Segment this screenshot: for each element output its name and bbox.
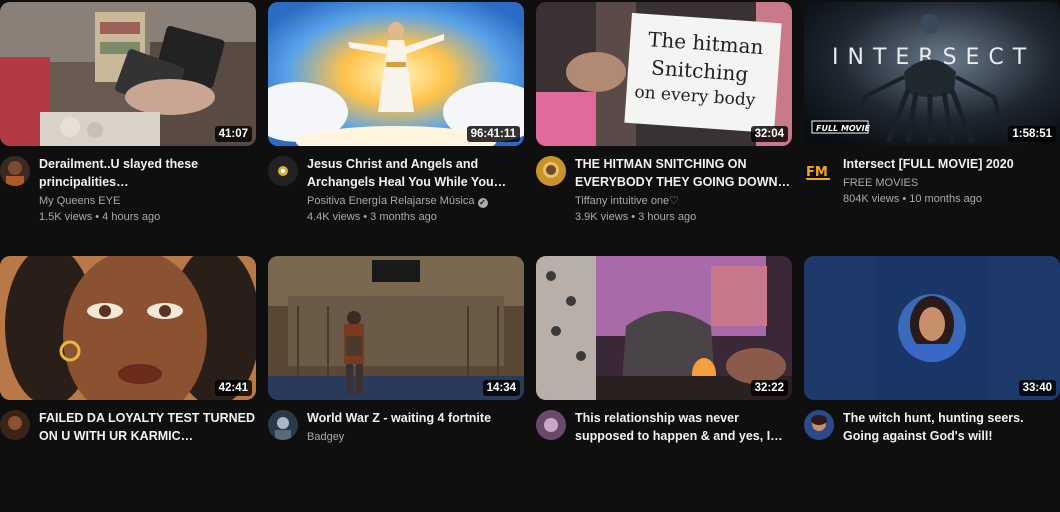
- video-meta: This relationship was never supposed to …: [575, 409, 792, 445]
- channel-name-text: Badgey: [307, 431, 345, 443]
- video-thumbnail[interactable]: The hitman Snitching on every body 32:04: [536, 2, 792, 146]
- channel-name-text: Positiva Energía Relajarse Música: [307, 195, 475, 207]
- video-duration: 96:41:11: [466, 126, 520, 142]
- channel-avatar[interactable]: [0, 156, 30, 186]
- channel-avatar[interactable]: FM: [804, 156, 834, 186]
- video-thumbnail[interactable]: 32:22: [536, 256, 792, 400]
- channel-name[interactable]: My Queens EYE: [39, 193, 256, 209]
- video-card[interactable]: The hitman Snitching on every body 32:04…: [536, 2, 792, 258]
- video-meta: Derailment..U slayed these principalitie…: [39, 155, 256, 225]
- channel-avatar[interactable]: [268, 156, 298, 186]
- video-thumbnail[interactable]: 14:34: [268, 256, 524, 400]
- channel-name-text: My Queens EYE: [39, 195, 121, 207]
- video-meta: World War Z - waiting 4 fortnite Badgey: [307, 409, 524, 445]
- channel-name[interactable]: Tiffany intuitive one♡: [575, 193, 792, 209]
- video-meta: FAILED DA LOYALTY TEST TURNED ON U WITH …: [39, 409, 256, 445]
- view-count: 804K views: [843, 193, 900, 205]
- upload-age: 3 months ago: [370, 211, 437, 223]
- channel-avatar[interactable]: [0, 410, 30, 440]
- video-grid: 41:07 Derailment..U slayed these princip…: [0, 0, 1060, 444]
- video-duration: 42:41: [214, 380, 252, 396]
- video-stats: 3.9K views • 3 hours ago: [575, 211, 697, 223]
- video-duration: 1:58:51: [1008, 126, 1056, 142]
- channel-logo-text: FM: [806, 165, 828, 180]
- movie-badge-text: FULL MOVIE: [816, 124, 871, 133]
- channel-name-text: Tiffany intuitive one♡: [575, 195, 680, 207]
- video-card[interactable]: 96:41:11 Jesus Christ and Angels and Arc…: [268, 2, 524, 258]
- video-title[interactable]: THE HITMAN SNITCHING ON EVERYBODY THEY G…: [575, 155, 792, 191]
- video-card[interactable]: 41:07 Derailment..U slayed these princip…: [0, 2, 256, 258]
- upload-age: 3 hours ago: [638, 211, 697, 223]
- video-title[interactable]: FAILED DA LOYALTY TEST TURNED ON U WITH …: [39, 409, 256, 445]
- video-duration: 41:07: [214, 126, 252, 142]
- video-stats: 804K views • 10 months ago: [843, 193, 983, 205]
- video-stats: 1.5K views • 4 hours ago: [39, 211, 161, 223]
- channel-name-text: FREE MOVIES: [843, 177, 919, 189]
- video-title[interactable]: The witch hunt, hunting seers. Going aga…: [843, 409, 1060, 445]
- video-duration: 32:04: [750, 126, 788, 142]
- video-card[interactable]: INTERSECT FULL MOVIE 1:58:51 FM Intersec…: [804, 2, 1060, 258]
- video-card[interactable]: 32:22 This relationship was never suppos…: [536, 256, 792, 512]
- channel-name[interactable]: Positiva Energía Relajarse Música ✓: [307, 193, 524, 209]
- video-title[interactable]: Jesus Christ and Angels and Archangels H…: [307, 155, 524, 191]
- channel-avatar[interactable]: [536, 156, 566, 186]
- video-thumbnail[interactable]: 96:41:11: [268, 2, 524, 146]
- video-duration: 33:40: [1018, 380, 1056, 396]
- channel-avatar[interactable]: [536, 410, 566, 440]
- video-title[interactable]: This relationship was never supposed to …: [575, 409, 792, 445]
- video-title[interactable]: Derailment..U slayed these principalitie…: [39, 155, 256, 191]
- upload-age: 10 months ago: [909, 193, 983, 205]
- video-stats: 4.4K views • 3 months ago: [307, 211, 437, 223]
- channel-name[interactable]: FREE MOVIES: [843, 175, 1060, 191]
- channel-avatar[interactable]: [804, 410, 834, 440]
- video-card[interactable]: 42:41 FAILED DA LOYALTY TEST TURNED ON U…: [0, 256, 256, 512]
- verified-icon: ✓: [477, 198, 488, 208]
- video-meta: The witch hunt, hunting seers. Going aga…: [843, 409, 1060, 445]
- video-duration: 32:22: [750, 380, 788, 396]
- video-thumbnail[interactable]: 33:40: [804, 256, 1060, 400]
- video-thumbnail[interactable]: 42:41: [0, 256, 256, 400]
- view-count: 3.9K views: [575, 211, 629, 223]
- view-count: 4.4K views: [307, 211, 361, 223]
- channel-name[interactable]: Badgey: [307, 429, 524, 445]
- video-meta: THE HITMAN SNITCHING ON EVERYBODY THEY G…: [575, 155, 792, 225]
- channel-avatar[interactable]: [268, 410, 298, 440]
- video-card[interactable]: 14:34 World War Z - waiting 4 fortnite B…: [268, 256, 524, 512]
- video-duration: 14:34: [482, 380, 520, 396]
- video-card[interactable]: 33:40 The witch hunt, hunting seers. Goi…: [804, 256, 1060, 512]
- video-thumbnail[interactable]: INTERSECT FULL MOVIE 1:58:51: [804, 2, 1060, 146]
- video-title[interactable]: Intersect [FULL MOVIE] 2020: [843, 155, 1060, 173]
- video-meta: Intersect [FULL MOVIE] 2020 FREE MOVIES …: [843, 155, 1060, 207]
- video-title[interactable]: World War Z - waiting 4 fortnite: [307, 409, 524, 427]
- video-meta: Jesus Christ and Angels and Archangels H…: [307, 155, 524, 225]
- upload-age: 4 hours ago: [102, 211, 161, 223]
- view-count: 1.5K views: [39, 211, 93, 223]
- video-thumbnail[interactable]: 41:07: [0, 2, 256, 146]
